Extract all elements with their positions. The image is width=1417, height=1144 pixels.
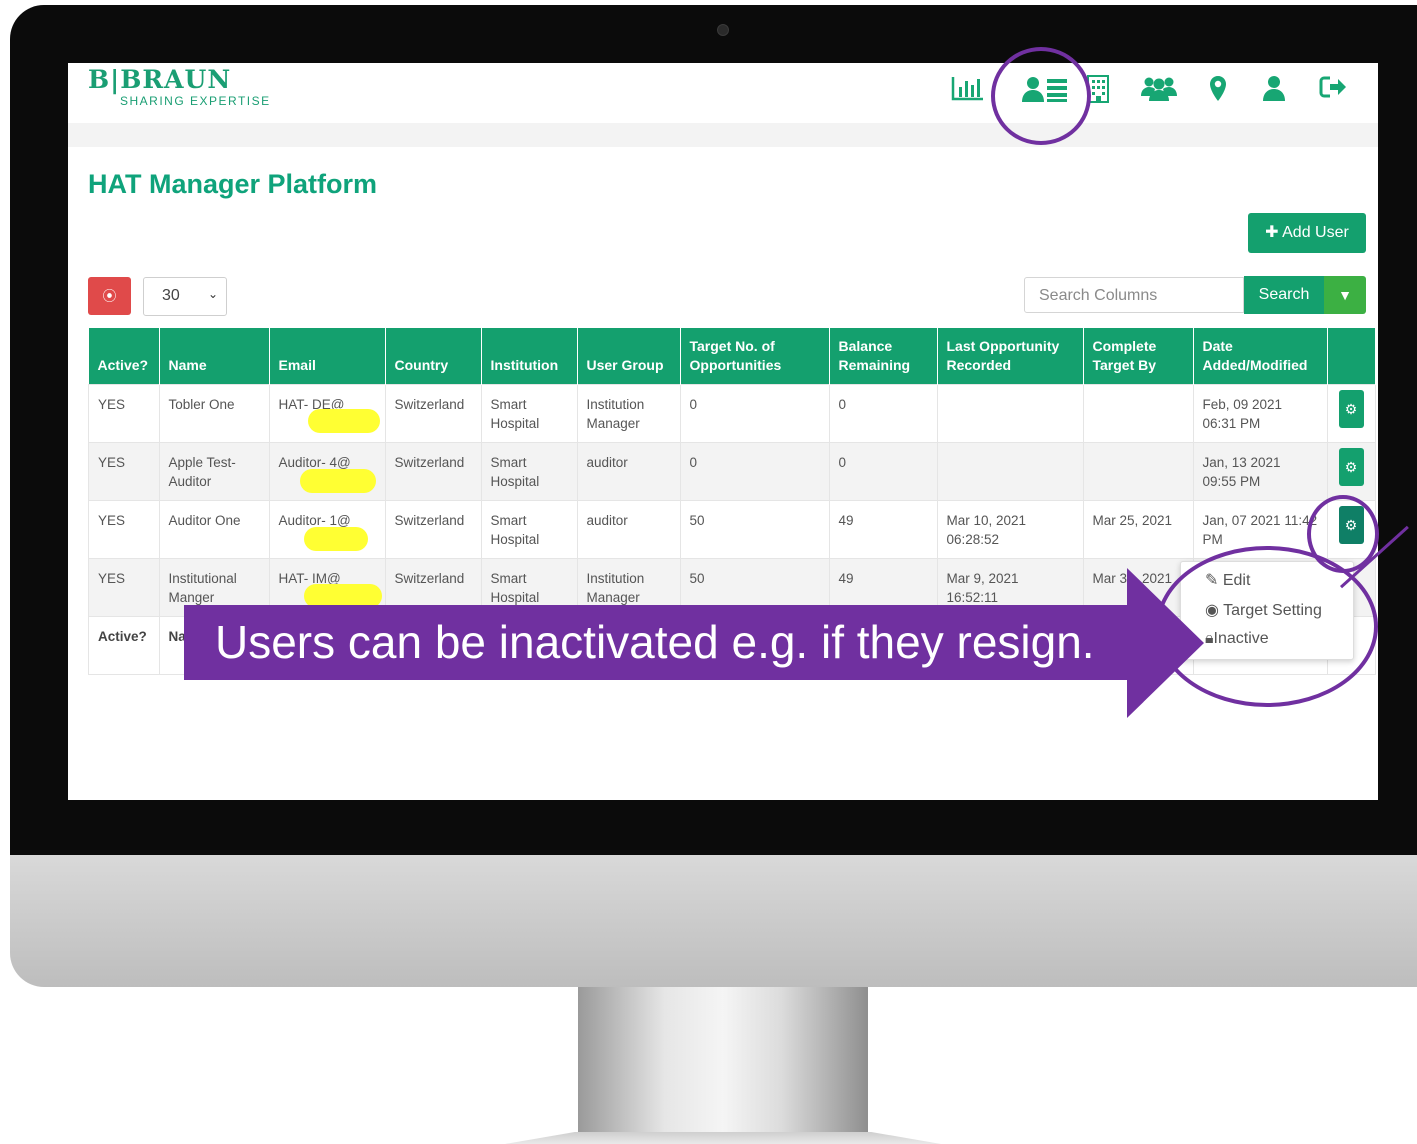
top-navbar: B|BRAUN SHARING EXPERTISE	[68, 63, 1378, 124]
users-group-icon[interactable]	[1141, 75, 1177, 101]
download-icon: ⦿	[102, 288, 117, 304]
filter-button[interactable]: ▼	[1324, 276, 1366, 314]
col-date[interactable]: Date Added/Modified	[1193, 328, 1328, 385]
sign-out-icon[interactable]	[1318, 75, 1348, 101]
monitor-stand	[578, 987, 868, 1144]
gear-icon[interactable]: ⚙	[1338, 448, 1364, 486]
cell-balance: 0	[828, 442, 938, 501]
cell-country: Switzerland	[384, 442, 482, 501]
cell-target: 50	[679, 500, 830, 559]
redaction-highlight	[300, 469, 376, 493]
cell-name: Apple Test- Auditor	[158, 442, 270, 501]
cell-target: 0	[679, 384, 830, 443]
cell-institution: Smart Hospital	[480, 500, 578, 559]
cell-last-opportunity: Mar 10, 2021 06:28:52	[936, 500, 1084, 559]
cell-user-group: auditor	[576, 442, 681, 501]
chevron-down-icon: ⌄	[207, 287, 218, 301]
cell-active: YES	[88, 442, 160, 501]
page-size-value: 30	[162, 287, 180, 304]
page-size-select[interactable]: 30 ⌄	[143, 277, 227, 316]
table-row: YES Tobler One HAT- DE@ Switzerland Smar…	[88, 384, 1376, 443]
brand-logo[interactable]: B|BRAUN	[88, 65, 231, 94]
cell-name: Auditor One	[158, 500, 270, 559]
col-last-opportunity[interactable]: Last Opportunity Recorded	[937, 328, 1084, 385]
camera-dot	[717, 24, 729, 36]
user-icon[interactable]	[1261, 75, 1287, 101]
cell-actions: ⚙	[1326, 442, 1376, 501]
cell-active: YES	[88, 500, 160, 559]
search-columns-input[interactable]: Search Columns	[1024, 277, 1244, 313]
cell-date: Feb, 09 2021 06:31 PM	[1192, 384, 1328, 443]
cell-date: Jan, 13 2021 09:55 PM	[1192, 442, 1328, 501]
cell-institution: Smart Hospital	[480, 384, 578, 443]
bar-chart-icon[interactable]	[950, 75, 986, 101]
gear-icon[interactable]: ⚙	[1338, 390, 1364, 428]
cell-name: Tobler One	[158, 384, 270, 443]
col-balance[interactable]: Balance Remaining	[829, 328, 938, 385]
brand-tagline: SHARING EXPERTISE	[120, 94, 271, 108]
cell-last-opportunity	[936, 384, 1084, 443]
cell-balance: 49	[828, 500, 938, 559]
annotation-arrowhead	[1127, 568, 1204, 718]
header-divider-strip	[68, 123, 1378, 147]
table-row: YES Auditor One Auditor- 1@ Switzerland …	[88, 500, 1376, 559]
table-row: YES Apple Test- Auditor Auditor- 4@ Swit…	[88, 442, 1376, 501]
search-button[interactable]: Search	[1244, 276, 1324, 314]
cell-complete-by	[1082, 384, 1194, 443]
cell-last-opportunity	[936, 442, 1084, 501]
monitor-stand-foot	[505, 1132, 941, 1144]
cell-country: Switzerland	[384, 500, 482, 559]
cell-active: YES	[88, 384, 160, 443]
col-name[interactable]: Name	[159, 328, 270, 385]
col-user-group[interactable]: User Group	[577, 328, 681, 385]
cell-active: YES	[88, 558, 160, 617]
plus-icon: ✚	[1265, 224, 1279, 241]
filter-icon: ▼	[1338, 287, 1352, 303]
col-email[interactable]: Email	[269, 328, 386, 385]
map-marker-icon[interactable]	[1208, 75, 1228, 101]
col-institution[interactable]: Institution	[481, 328, 578, 385]
monitor-chin	[10, 855, 1417, 987]
table-header-row: Active? Name Email Country Institution U…	[88, 328, 1376, 385]
add-user-button[interactable]: ✚ Add User	[1248, 213, 1366, 253]
col-complete-by[interactable]: Complete Target By	[1083, 328, 1194, 385]
col-country[interactable]: Country	[385, 328, 482, 385]
cell-complete-by	[1082, 442, 1194, 501]
cell-institution: Smart Hospital	[480, 442, 578, 501]
col-active[interactable]: Active?	[88, 328, 160, 385]
cell-country: Switzerland	[384, 384, 482, 443]
cell-actions: ⚙	[1326, 384, 1376, 443]
annotation-circle-nav	[991, 47, 1091, 145]
cell-user-group: Institution Manager	[576, 384, 681, 443]
cell-user-group: auditor	[576, 500, 681, 559]
redaction-highlight	[308, 409, 380, 433]
cell-target: 0	[679, 442, 830, 501]
page-title: HAT Manager Platform	[88, 169, 378, 199]
annotation-banner: Users can be inactivated e.g. if they re…	[184, 605, 1129, 680]
footer-active: Active?	[88, 616, 160, 675]
download-button[interactable]: ⦿	[88, 277, 131, 315]
add-user-label: Add User	[1282, 224, 1349, 241]
cell-complete-by: Mar 25, 2021	[1082, 500, 1194, 559]
col-target[interactable]: Target No. of Opportunities	[680, 328, 830, 385]
col-actions	[1327, 328, 1376, 385]
cell-balance: 0	[828, 384, 938, 443]
redaction-highlight	[304, 527, 368, 551]
